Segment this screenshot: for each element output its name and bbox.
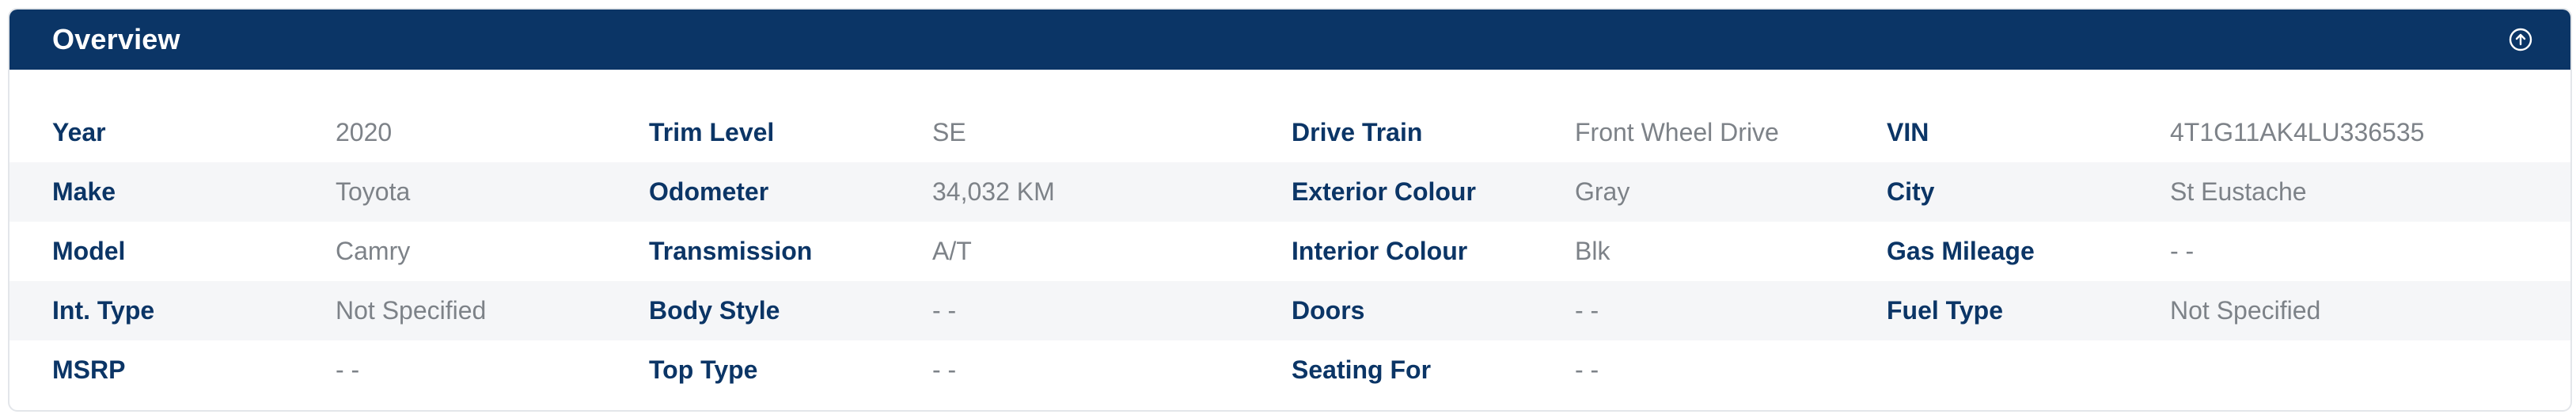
- detail-label-fuel-type: Fuel Type: [1887, 296, 2003, 325]
- detail-label-seating-for: Seating For: [1292, 355, 1432, 384]
- detail-value-seating-for: - -: [1575, 355, 1599, 384]
- detail-label-int-type: Int. Type: [52, 296, 155, 325]
- collapse-button[interactable]: [2507, 26, 2534, 53]
- detail-value-exterior-colour: Gray: [1575, 177, 1630, 206]
- detail-label-body-style: Body Style: [649, 296, 780, 325]
- detail-label-top-type: Top Type: [649, 355, 758, 384]
- overview-header[interactable]: Overview: [9, 10, 2570, 70]
- detail-label-city: City: [1887, 177, 1935, 206]
- details-row: Make Toyota Odometer 34,032 KM Exterior …: [9, 162, 2570, 222]
- detail-value-model: Camry: [336, 237, 411, 265]
- overview-details-grid: Year 2020 Trim Level SE Drive Train Fron…: [9, 103, 2570, 400]
- detail-value-msrp: - -: [336, 355, 360, 384]
- detail-value-make: Toyota: [336, 177, 411, 206]
- overview-panel: Overview Year 2020 Trim Level SE Drive T…: [8, 8, 2572, 412]
- overview-title: Overview: [52, 23, 180, 55]
- arrow-up-circle-icon: [2509, 28, 2532, 51]
- detail-label-interior-colour: Interior Colour: [1292, 237, 1468, 265]
- detail-value-odometer: 34,032 KM: [932, 177, 1055, 206]
- details-row: Model Camry Transmission A/T Interior Co…: [9, 222, 2570, 281]
- detail-label-gas-mileage: Gas Mileage: [1887, 237, 2035, 265]
- detail-label-vin: VIN: [1887, 118, 1929, 146]
- details-row: MSRP - - Top Type - - Seating For - -: [9, 340, 2570, 400]
- details-row: Year 2020 Trim Level SE Drive Train Fron…: [9, 103, 2570, 162]
- detail-label-odometer: Odometer: [649, 177, 769, 206]
- detail-label-make: Make: [52, 177, 116, 206]
- detail-label-model: Model: [52, 237, 126, 265]
- detail-label-exterior-colour: Exterior Colour: [1292, 177, 1476, 206]
- detail-value-year: 2020: [336, 118, 393, 146]
- details-row: Int. Type Not Specified Body Style - - D…: [9, 281, 2570, 340]
- detail-value-vin: 4T1G11AK4LU336535: [2170, 118, 2425, 146]
- detail-value-top-type: - -: [932, 355, 957, 384]
- detail-value-trim-level: SE: [932, 118, 966, 146]
- detail-label-trim-level: Trim Level: [649, 118, 775, 146]
- detail-value-drive-train: Front Wheel Drive: [1575, 118, 1779, 146]
- detail-value-doors: - -: [1575, 296, 1599, 325]
- detail-value-gas-mileage: - -: [2170, 237, 2195, 265]
- detail-value-interior-colour: Blk: [1575, 237, 1610, 265]
- detail-label-year: Year: [52, 118, 106, 146]
- detail-value-int-type: Not Specified: [336, 296, 487, 325]
- detail-value-fuel-type: Not Specified: [2170, 296, 2321, 325]
- detail-label-drive-train: Drive Train: [1292, 118, 1423, 146]
- detail-value-transmission: A/T: [932, 237, 972, 265]
- detail-label-transmission: Transmission: [649, 237, 813, 265]
- detail-label-doors: Doors: [1292, 296, 1365, 325]
- detail-value-body-style: - -: [932, 296, 957, 325]
- detail-value-city: St Eustache: [2170, 177, 2307, 206]
- detail-label-msrp: MSRP: [52, 355, 126, 384]
